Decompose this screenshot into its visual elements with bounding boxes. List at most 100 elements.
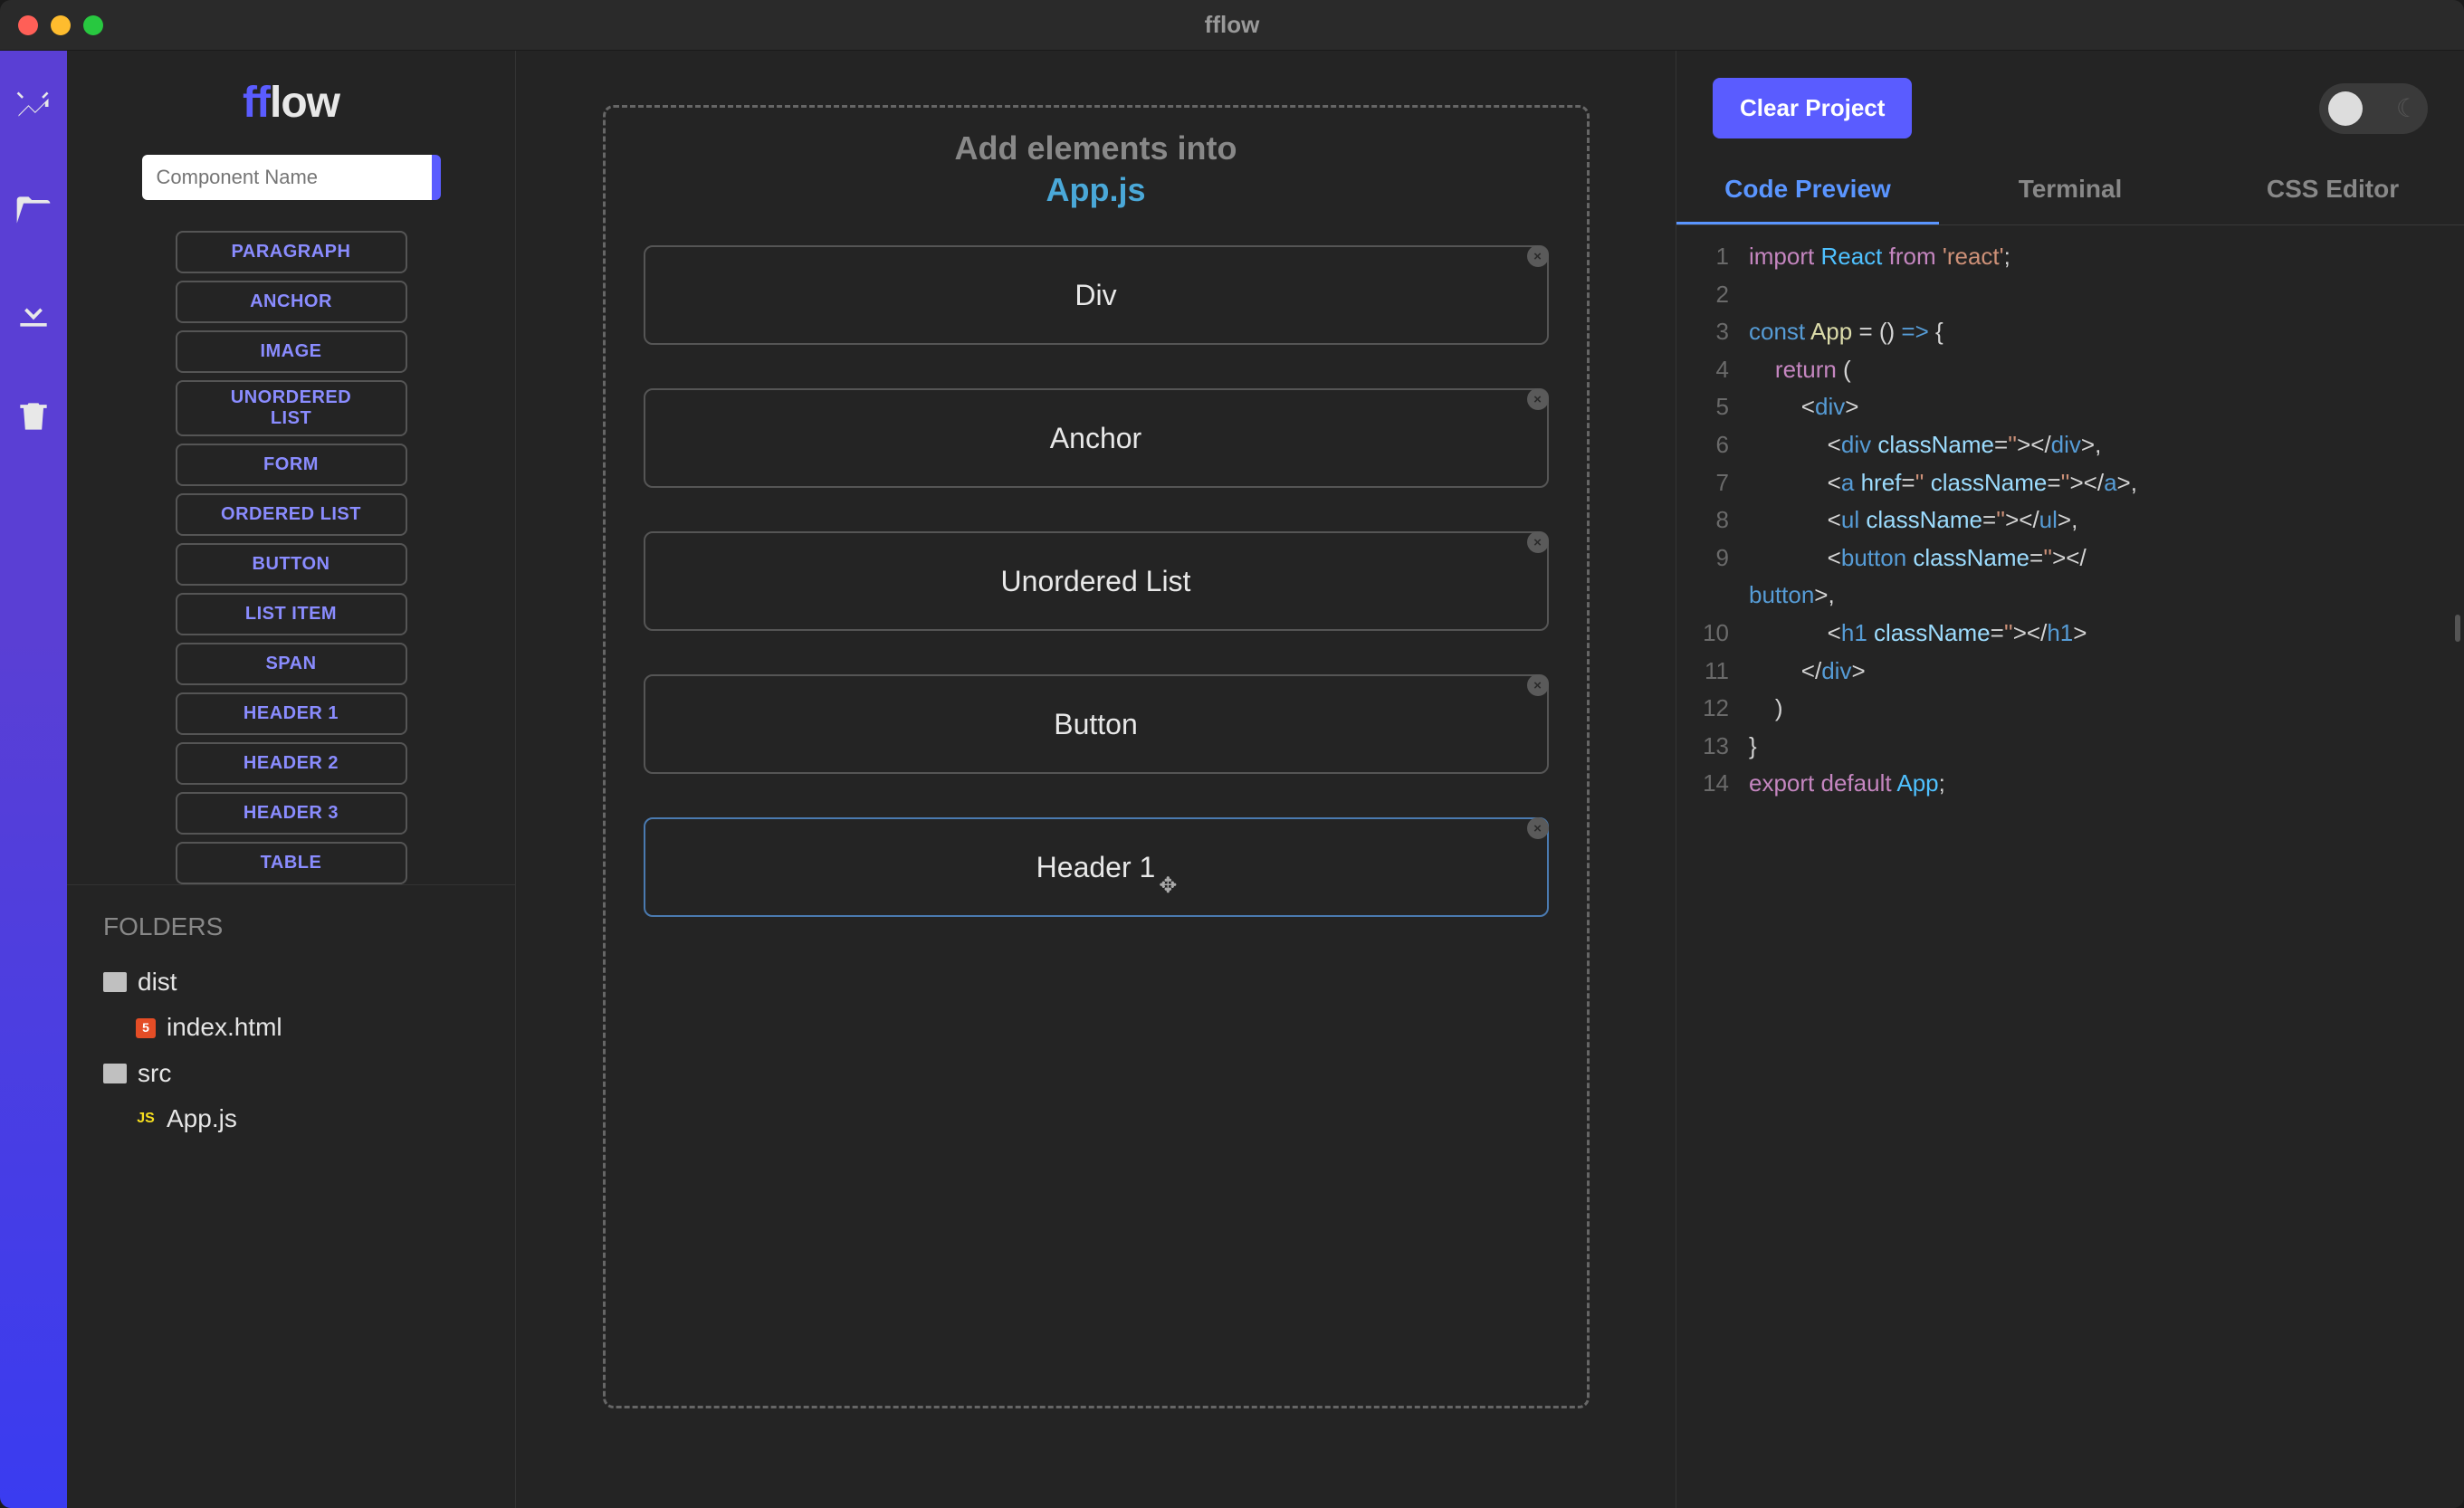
canvas-block-button[interactable]: Button× xyxy=(644,674,1549,774)
element-button-header-2[interactable]: HEADER 2 xyxy=(176,742,407,785)
clear-project-button[interactable]: Clear Project xyxy=(1713,78,1912,138)
sidebar-header: fflow Add xyxy=(67,51,515,218)
code-line: 7 <a href='' className=''></a>, xyxy=(1676,464,2464,502)
canvas-block-anchor[interactable]: Anchor× xyxy=(644,388,1549,488)
element-button-span[interactable]: SPAN xyxy=(176,643,407,685)
code-line: 5 <div> xyxy=(1676,388,2464,426)
code-text: </div> xyxy=(1749,653,1866,691)
file-label: App.js xyxy=(167,1096,237,1141)
delete-block-button[interactable]: × xyxy=(1527,245,1549,267)
code-line: 11 </div> xyxy=(1676,653,2464,691)
canvas-block-div[interactable]: Div× xyxy=(644,245,1549,345)
element-button-anchor[interactable]: ANCHOR xyxy=(176,281,407,323)
logo-suffix: low xyxy=(270,79,339,127)
line-number: 5 xyxy=(1676,388,1749,426)
download-icon[interactable] xyxy=(14,293,53,333)
element-button-table[interactable]: TABLE xyxy=(176,842,407,884)
folders-section: FOLDERS dist 5index.html src JS App.js xyxy=(67,884,515,1508)
code-line: 10 <h1 className=''></h1> xyxy=(1676,615,2464,653)
element-button-image[interactable]: IMAGE xyxy=(176,330,407,373)
folder-open-icon[interactable] xyxy=(14,190,53,230)
code-text: <ul className=''></ul>, xyxy=(1749,501,2077,539)
elements-list: PARAGRAPH ANCHOR IMAGE UNORDEREDLIST FORM ORD… xyxy=(67,218,515,884)
code-line: 9 <button className=''></ xyxy=(1676,539,2464,577)
delete-block-button[interactable]: × xyxy=(1527,531,1549,553)
element-button-button[interactable]: BUTTON xyxy=(176,543,407,586)
scrollbar[interactable] xyxy=(2455,615,2460,642)
file-label: index.html xyxy=(167,1005,282,1050)
minimize-window-button[interactable] xyxy=(51,15,71,35)
element-button-header-1[interactable]: HEADER 1 xyxy=(176,692,407,735)
folder-icon xyxy=(103,972,127,992)
line-number: 9 xyxy=(1676,539,1749,577)
js-file-icon: JS xyxy=(136,1109,156,1129)
file-app-js[interactable]: JS App.js xyxy=(103,1096,479,1141)
add-component-button[interactable]: Add xyxy=(432,155,441,200)
traffic-lights xyxy=(18,15,103,35)
code-line: 3const App = () => { xyxy=(1676,313,2464,351)
code-line: 8 <ul className=''></ul>, xyxy=(1676,501,2464,539)
line-number: 13 xyxy=(1676,728,1749,766)
element-button-unordered-list[interactable]: UNORDEREDLIST xyxy=(176,380,407,436)
move-cursor-icon: ✥ xyxy=(1159,873,1177,899)
delete-block-button[interactable]: × xyxy=(1527,817,1549,839)
add-component-row: Add xyxy=(142,155,441,200)
element-button-list-item[interactable]: LIST ITEM xyxy=(176,593,407,635)
element-button-ordered-list[interactable]: ORDERED LIST xyxy=(176,493,407,536)
trash-icon[interactable] xyxy=(14,396,53,436)
code-text: button>, xyxy=(1749,577,1835,615)
code-text: <h1 className=''></h1> xyxy=(1749,615,2087,653)
code-text: return ( xyxy=(1749,351,1851,389)
element-button-header-3[interactable]: HEADER 3 xyxy=(176,792,407,835)
component-name-input[interactable] xyxy=(142,155,432,200)
folder-src[interactable]: src xyxy=(103,1051,479,1096)
maximize-window-button[interactable] xyxy=(83,15,103,35)
line-number: 7 xyxy=(1676,464,1749,502)
line-number: 8 xyxy=(1676,501,1749,539)
folder-label: src xyxy=(138,1051,171,1096)
window-title: fflow xyxy=(1205,11,1260,39)
line-number: 1 xyxy=(1676,238,1749,276)
tab-code-preview[interactable]: Code Preview xyxy=(1676,157,1939,224)
logo-prefix: ff xyxy=(243,79,270,127)
close-window-button[interactable] xyxy=(18,15,38,35)
code-line: 1import React from 'react'; xyxy=(1676,238,2464,276)
folder-icon xyxy=(103,1064,127,1083)
canvas-dropzone[interactable]: Add elements into App.js Div× Anchor× Unor… xyxy=(603,105,1590,1408)
delete-block-button[interactable]: × xyxy=(1527,674,1549,696)
delete-block-button[interactable]: × xyxy=(1527,388,1549,410)
line-number: 10 xyxy=(1676,615,1749,653)
line-number: 2 xyxy=(1676,276,1749,314)
theme-toggle[interactable]: ☾ xyxy=(2319,83,2428,134)
code-editor[interactable]: 1import React from 'react';23const App =… xyxy=(1676,225,2464,1508)
moon-icon: ☾ xyxy=(2396,93,2419,123)
line-number: 6 xyxy=(1676,426,1749,464)
tab-terminal[interactable]: Terminal xyxy=(1939,157,2201,224)
sidebar: fflow Add PARAGRAPH ANCHOR IMAGE UNORDEREDL… xyxy=(67,51,516,1508)
code-text: export default App; xyxy=(1749,765,1945,803)
folder-dist[interactable]: dist xyxy=(103,959,479,1005)
tab-css-editor[interactable]: CSS Editor xyxy=(2201,157,2464,224)
app-window: fflow fflow Add xyxy=(0,0,2464,1508)
file-index-html[interactable]: 5index.html xyxy=(103,1005,479,1050)
canvas-block-unordered-list[interactable]: Unordered List× xyxy=(644,531,1549,631)
body-area: fflow Add PARAGRAPH ANCHOR IMAGE UNORDEREDL… xyxy=(0,51,2464,1508)
canvas-title: Add elements into xyxy=(954,129,1237,167)
element-button-form[interactable]: FORM xyxy=(176,444,407,486)
code-line: 2 xyxy=(1676,276,2464,314)
icon-sidebar xyxy=(0,51,67,1508)
line-number: 14 xyxy=(1676,765,1749,803)
code-line: button>, xyxy=(1676,577,2464,615)
code-line: 13} xyxy=(1676,728,2464,766)
folder-label: dist xyxy=(138,959,177,1005)
folders-header: FOLDERS xyxy=(103,912,479,941)
canvas-target-file: App.js xyxy=(1046,171,1145,209)
code-line: 14export default App; xyxy=(1676,765,2464,803)
design-tools-icon[interactable] xyxy=(14,87,53,127)
element-button-paragraph[interactable]: PARAGRAPH xyxy=(176,231,407,273)
code-text: <a href='' className=''></a>, xyxy=(1749,464,2137,502)
titlebar: fflow xyxy=(0,0,2464,51)
canvas-block-header-1[interactable]: Header 1×✥ xyxy=(644,817,1549,917)
code-text: <div> xyxy=(1749,388,1858,426)
right-panel-toolbar: Clear Project ☾ xyxy=(1676,51,2464,157)
